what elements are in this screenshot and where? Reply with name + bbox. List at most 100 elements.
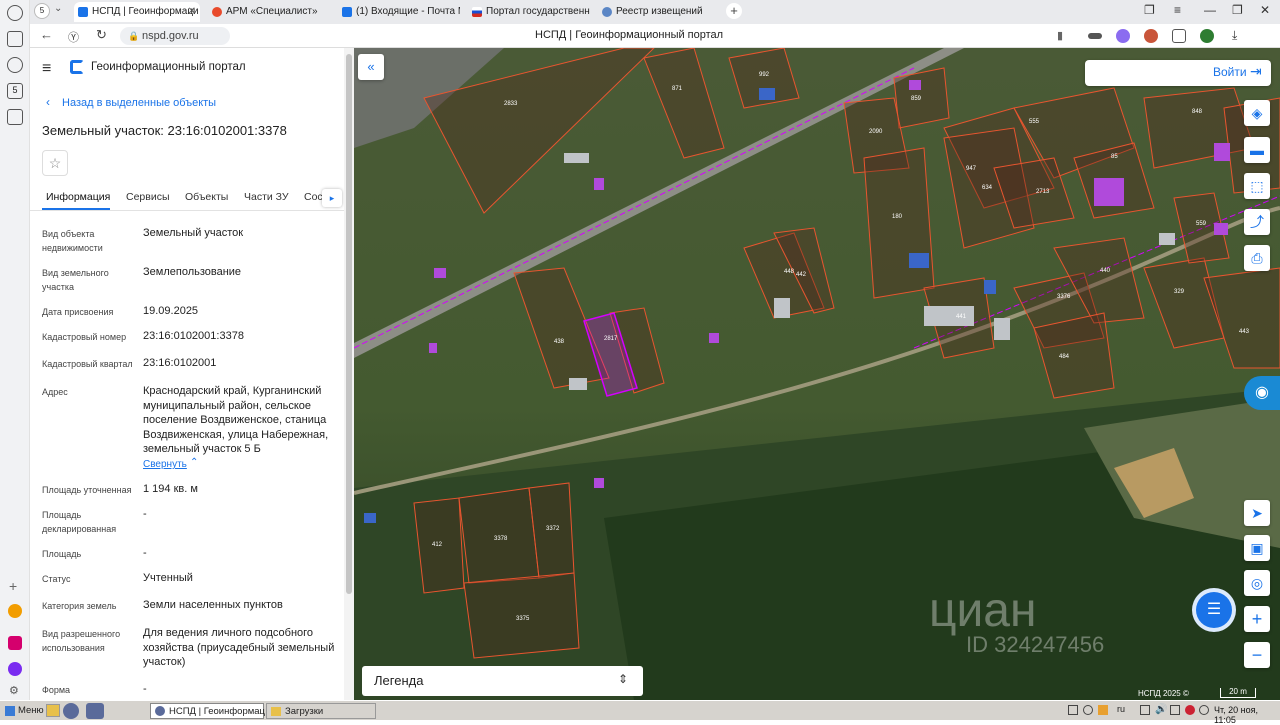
zoom-out-icon[interactable]: − bbox=[1244, 642, 1270, 668]
tab-mail[interactable]: (1) Входящие - Почта Ма bbox=[338, 2, 460, 22]
downloads-icon[interactable]: ⤓ bbox=[1232, 28, 1237, 43]
collections-icon[interactable] bbox=[7, 31, 23, 47]
tab-label: АРМ «Специалист» bbox=[226, 6, 318, 17]
tab-collections-icon[interactable]: ❐ bbox=[1144, 3, 1155, 17]
object-heading: Земельный участок: 23:16:0102001:3378 bbox=[42, 123, 287, 138]
search-point-icon[interactable]: ◎ bbox=[1244, 570, 1270, 596]
browser-launcher-icon[interactable] bbox=[63, 703, 79, 719]
parcel-number: 3378 bbox=[494, 536, 508, 542]
tab-information[interactable]: Информация bbox=[46, 191, 110, 203]
start-menu-button[interactable]: Меню bbox=[2, 703, 44, 719]
tab-land-parts[interactable]: Части ЗУ bbox=[244, 191, 289, 203]
extension-5-icon[interactable] bbox=[1200, 29, 1214, 43]
field-label: Вид земельного участка bbox=[42, 268, 109, 292]
taskbar-item-nspd[interactable]: НСПД | Геоинформац bbox=[150, 703, 265, 719]
geolocate-icon[interactable]: ➤ bbox=[1244, 500, 1270, 526]
collapse-link[interactable]: Свернуть bbox=[143, 459, 187, 470]
map-view[interactable]: 2833 871 992 859 2090 947 555 848 85 634 2713 180 44… bbox=[354, 48, 1280, 700]
satellite-map[interactable]: 2833 871 992 859 2090 947 555 848 85 634 2713 180 44… bbox=[354, 48, 1280, 700]
url-field[interactable]: 🔒 nspd.gov.ru bbox=[120, 27, 230, 45]
extension-3-icon[interactable] bbox=[1144, 29, 1158, 43]
extension-2-icon[interactable] bbox=[1116, 29, 1130, 43]
tab-services[interactable]: Сервисы bbox=[126, 191, 170, 203]
layers-icon[interactable]: ◈ bbox=[1244, 100, 1270, 126]
menu-icon[interactable]: ≡ bbox=[1174, 3, 1181, 17]
tab-objects[interactable]: Объекты bbox=[185, 191, 228, 203]
market-app-icon[interactable] bbox=[8, 636, 22, 650]
reload-icon[interactable]: ↻ bbox=[96, 27, 107, 43]
extension-1-icon[interactable] bbox=[1088, 33, 1102, 39]
favorite-star-icon[interactable]: ☆ bbox=[42, 150, 68, 176]
tab-counter[interactable]: 5 bbox=[34, 3, 50, 19]
back-to-selected-link[interactable]: Назад в выделенные объекты bbox=[62, 97, 216, 109]
minimize-icon[interactable]: — bbox=[1204, 3, 1216, 17]
zoom-in-icon[interactable]: + bbox=[1244, 606, 1270, 632]
assistant-icon[interactable]: ◉ bbox=[1244, 376, 1280, 410]
volume-icon[interactable]: 🔊 bbox=[1155, 704, 1167, 715]
parcel-number: 871 bbox=[672, 86, 683, 92]
minimap-icon[interactable]: ▣ bbox=[1244, 535, 1270, 561]
select-area-icon[interactable]: ⬚ bbox=[1244, 173, 1270, 199]
history-icon[interactable] bbox=[7, 5, 23, 21]
app-title: Геоинформационный портал bbox=[91, 61, 246, 73]
maximize-icon[interactable]: ❐ bbox=[1232, 3, 1243, 17]
collapse-panel-icon[interactable]: « bbox=[358, 54, 384, 80]
copyright: НСПД 2025 © bbox=[1138, 689, 1189, 698]
yandex-icon[interactable]: Ⓨ bbox=[68, 29, 79, 45]
lock-icon: 🔒 bbox=[128, 31, 140, 41]
bookmark-icon[interactable]: ▮ bbox=[1057, 29, 1063, 42]
tab-label: Портал государственных bbox=[486, 6, 590, 17]
panel-scrollbar[interactable] bbox=[344, 48, 354, 700]
page-title: НСПД | Геоинформационный портал bbox=[535, 29, 724, 41]
tray-update-icon[interactable] bbox=[1199, 705, 1209, 715]
screenshot-icon[interactable] bbox=[7, 109, 23, 125]
keyboard-layout[interactable]: ru bbox=[1117, 704, 1125, 714]
close-window-icon[interactable]: ✕ bbox=[1260, 3, 1270, 17]
tab-composition[interactable]: Сос bbox=[304, 191, 323, 203]
back-chevron-icon[interactable]: ‹ bbox=[46, 95, 50, 109]
browser-launcher-2-icon[interactable] bbox=[86, 703, 104, 719]
play-icon[interactable] bbox=[7, 57, 23, 73]
watermark-id: ID 324247456 bbox=[966, 632, 1104, 657]
badge-5-icon[interactable]: 5 bbox=[7, 83, 23, 99]
back-icon[interactable]: ← bbox=[40, 27, 53, 42]
tabs-menu-chevron-icon[interactable]: ⌄ bbox=[54, 3, 62, 14]
legend-button[interactable]: Легенда ⇕ bbox=[362, 666, 643, 696]
taskbar-item-downloads[interactable]: Загрузки bbox=[266, 703, 376, 719]
tray-app-icon[interactable] bbox=[1098, 705, 1108, 715]
tray-usb-icon[interactable] bbox=[1170, 705, 1180, 715]
tab-nspd[interactable]: НСПД | Геоинформаци ✕ bbox=[74, 2, 200, 22]
parcel-number: 2713 bbox=[1036, 189, 1050, 195]
tab-arm[interactable]: АРМ «Специалист» bbox=[208, 2, 330, 22]
tabs-scroll-right-icon[interactable]: ▸ bbox=[322, 189, 342, 207]
add-panel-icon[interactable]: + bbox=[9, 578, 17, 594]
parcel-number: 441 bbox=[956, 314, 967, 320]
tab-registry[interactable]: Реестр извещений bbox=[598, 2, 720, 22]
extension-4-icon[interactable] bbox=[1172, 29, 1186, 43]
field-label: Вид разрешенного использования bbox=[42, 629, 121, 653]
tray-device-icon[interactable] bbox=[1140, 705, 1150, 715]
chat-icon[interactable]: ☰ bbox=[1192, 588, 1236, 632]
close-tab-icon[interactable]: ✕ bbox=[188, 2, 196, 22]
settings-icon[interactable]: ⚙ bbox=[9, 684, 19, 697]
new-tab-button[interactable]: + bbox=[726, 3, 742, 19]
mail-app-icon[interactable] bbox=[8, 604, 22, 618]
tab-gosuslugi[interactable]: Портал государственных bbox=[468, 2, 590, 22]
print-icon[interactable]: ⎙ bbox=[1244, 245, 1270, 271]
clock[interactable]: Чт, 20 ноя, 11:05 bbox=[1214, 705, 1280, 725]
scrollbar-thumb[interactable] bbox=[346, 54, 352, 594]
alice-icon[interactable] bbox=[8, 662, 22, 676]
hamburger-menu-icon[interactable]: ≡ bbox=[42, 60, 51, 78]
arm-favicon-icon bbox=[212, 7, 222, 17]
tray-antivirus-icon[interactable] bbox=[1185, 705, 1195, 715]
tray-printer-icon[interactable] bbox=[1068, 705, 1078, 715]
address-bar: ← Ⓨ ↻ 🔒 nspd.gov.ru НСПД | Геоинформацио… bbox=[30, 24, 1280, 48]
mail-favicon-icon bbox=[342, 7, 352, 17]
chevron-up-icon[interactable]: ⌃ bbox=[190, 457, 198, 468]
share-icon[interactable]: ⤴ bbox=[1244, 209, 1270, 235]
tray-network-icon[interactable] bbox=[1083, 705, 1093, 715]
login-button[interactable]: Войти ⇥ bbox=[1085, 60, 1271, 86]
ruler-icon[interactable]: ▬ bbox=[1244, 137, 1270, 163]
file-manager-icon[interactable] bbox=[46, 704, 60, 717]
field-label: Площадь уточненная bbox=[42, 485, 132, 495]
